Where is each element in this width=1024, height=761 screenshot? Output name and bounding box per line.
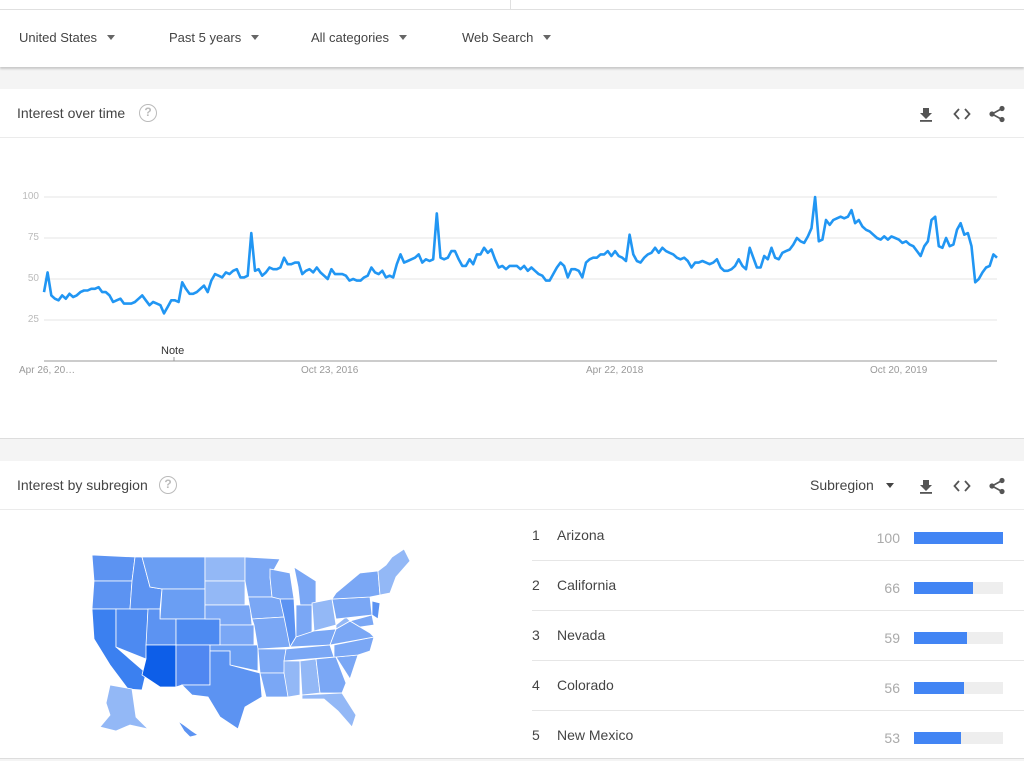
ranking-name[interactable]: New Mexico [557, 727, 633, 743]
map-state-colorado [175, 618, 221, 646]
ranking-number: 1 [532, 527, 540, 543]
map-state-alaska [99, 684, 150, 732]
interest-by-subregion-card: Interest by subregion ? Subregion 1 Ariz… [0, 461, 1024, 759]
map-state-arizona [141, 644, 177, 688]
share-icon[interactable] [986, 475, 1008, 497]
ranking-row[interactable]: 5 New Mexico 53 [532, 711, 1024, 761]
map-state-florida [301, 692, 357, 728]
map-state-new-england [377, 548, 410, 596]
subregion-dropdown[interactable]: Subregion [810, 477, 894, 493]
chevron-down-icon [885, 482, 894, 488]
ranking-value: 56 [884, 680, 900, 696]
map-state-wyoming [159, 588, 206, 620]
map-state-montana [141, 556, 206, 590]
filter-search-type-label: Web Search [462, 30, 534, 45]
interest-over-time-title: Interest over time [17, 105, 126, 121]
ranking-value: 59 [884, 630, 900, 646]
chevron-down-icon [399, 35, 408, 40]
chevron-down-icon [107, 35, 116, 40]
interest-by-subregion-header: Interest by subregion ? Subregion [0, 461, 1024, 510]
filter-bar: United States Past 5 years All categorie… [0, 10, 1024, 67]
map-state-ohio [311, 598, 337, 632]
x-tick-label: Apr 22, 2018 [586, 365, 644, 376]
chart-note-label[interactable]: Note [161, 345, 184, 357]
ranking-number: 2 [532, 577, 540, 593]
ranking-row[interactable]: 4 Colorado 56 [532, 661, 1024, 711]
map-state-kansas [219, 624, 255, 646]
map-state-washington [91, 554, 136, 582]
y-tick-label: 50 [27, 273, 39, 284]
chevron-down-icon [543, 35, 552, 40]
ranking-value: 100 [876, 530, 900, 546]
share-icon[interactable] [986, 103, 1008, 125]
ranking-bar-fill [914, 532, 1003, 544]
ranking-name[interactable]: Arizona [557, 527, 604, 543]
interest-over-time-card: Interest over time ? 100 75 50 25 Note A… [0, 89, 1024, 439]
ranking-row[interactable]: 2 California 66 [532, 561, 1024, 611]
filter-category-label: All categories [311, 30, 390, 45]
filter-time-label: Past 5 years [169, 30, 242, 45]
map-state-new-jersey [371, 600, 381, 620]
ranking-name[interactable]: Colorado [557, 677, 614, 693]
ranking-bar [914, 532, 1003, 544]
line-chart-svg [42, 195, 998, 362]
filter-location-dropdown[interactable]: United States [19, 30, 116, 45]
filter-category-dropdown[interactable]: All categories [311, 30, 408, 45]
embed-code-icon[interactable] [951, 103, 973, 125]
top-divider [510, 0, 511, 10]
line-chart[interactable]: 100 75 50 25 Note Apr 26, 20… Oct 23, 20… [0, 139, 1024, 439]
map-state-pennsylvania [331, 596, 373, 620]
map-state-north-dakota [204, 556, 246, 582]
chevron-down-icon [251, 35, 260, 40]
ranking-bar-fill [914, 682, 964, 694]
question-circle-icon[interactable]: ? [159, 476, 177, 494]
map-state-oregon [91, 580, 133, 610]
map-state-arkansas [257, 648, 287, 674]
ranking-bar [914, 732, 1003, 744]
y-tick-label: 25 [27, 314, 39, 325]
ranking-name[interactable]: California [557, 577, 616, 593]
embed-code-icon[interactable] [951, 475, 973, 497]
y-tick-label: 100 [22, 191, 39, 202]
ranking-value: 53 [884, 730, 900, 746]
map-state-new-york [331, 570, 381, 600]
ranking-value: 66 [884, 580, 900, 596]
top-strip [0, 0, 1024, 10]
ranking-row[interactable]: 1 Arizona 100 [532, 511, 1024, 561]
ranking-name[interactable]: Nevada [557, 627, 605, 643]
map-state-new-mexico [175, 644, 211, 688]
ranking-number: 5 [532, 727, 540, 743]
ranking-bar [914, 582, 1003, 594]
filter-search-type-dropdown[interactable]: Web Search [462, 30, 552, 45]
ranking-bar-fill [914, 632, 967, 644]
filter-location-label: United States [19, 30, 98, 45]
map-state-south-dakota [204, 580, 246, 606]
map-state-hawaii [177, 720, 199, 737]
x-tick-label: Oct 23, 2016 [301, 365, 359, 376]
x-tick-label: Oct 20, 2019 [870, 365, 928, 376]
download-icon[interactable] [915, 475, 937, 497]
ranking-number: 3 [532, 627, 540, 643]
interest-over-time-header: Interest over time ? [0, 89, 1024, 138]
ranking-number: 4 [532, 677, 540, 693]
interest-by-subregion-title: Interest by subregion [17, 477, 148, 493]
question-circle-icon[interactable]: ? [139, 104, 157, 122]
subregion-dropdown-label: Subregion [810, 477, 874, 493]
x-tick-label: Apr 26, 20… [19, 365, 76, 376]
map-state-michigan [293, 566, 317, 606]
map-state-wisconsin [269, 568, 295, 600]
ranking-bar-fill [914, 582, 973, 594]
ranking-bar-fill [914, 732, 962, 744]
ranking-bar [914, 632, 1003, 644]
y-tick-label: 75 [27, 232, 39, 243]
ranking-bar [914, 682, 1003, 694]
map-state-iowa [247, 596, 285, 620]
download-icon[interactable] [915, 103, 937, 125]
ranking-row[interactable]: 3 Nevada 59 [532, 611, 1024, 661]
series-line[interactable] [42, 195, 998, 315]
us-choropleth-map[interactable] [80, 547, 410, 737]
filter-time-dropdown[interactable]: Past 5 years [169, 30, 260, 45]
